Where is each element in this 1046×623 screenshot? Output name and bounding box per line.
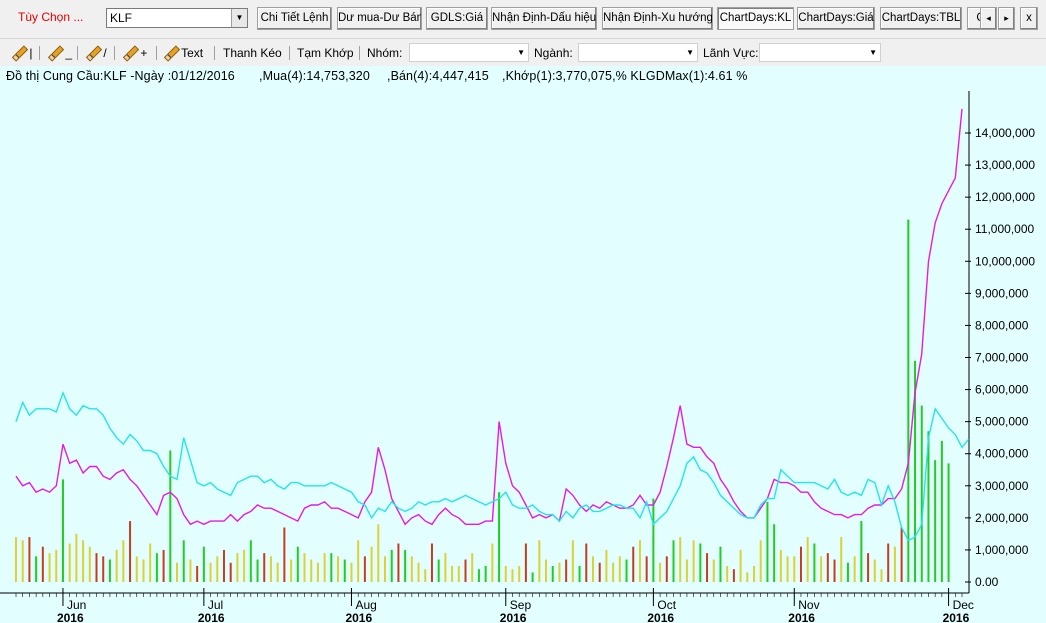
separator: [214, 46, 215, 60]
y-tick-label: 9,000,000: [975, 286, 1029, 300]
tab-chartdays-kl[interactable]: ChartDays:KL: [717, 7, 794, 30]
y-tick-label: 0.00: [975, 575, 999, 589]
pencil-cross-tool[interactable]: +: [123, 44, 147, 62]
symbol-value: KLF: [110, 11, 133, 25]
pause-match-tool[interactable]: Tạm Khớp: [297, 44, 354, 62]
tab-chartdays-tbl[interactable]: ChartDays:TBL: [880, 7, 962, 30]
month-label: Dec: [953, 598, 974, 612]
separator: [114, 46, 115, 60]
separator: [77, 46, 78, 60]
tool-label: _: [65, 46, 73, 60]
month-label: Aug: [355, 598, 376, 612]
y-tick-label: 10,000,000: [975, 254, 1035, 268]
y-tick-label: 4,000,000: [975, 447, 1029, 461]
pencil-icon: [48, 46, 62, 60]
symbol-combobox[interactable]: KLF ▼: [106, 8, 248, 28]
year-label: 2016: [345, 611, 372, 623]
y-tick-label: 14,000,000: [975, 126, 1035, 140]
chevron-down-icon: ▼: [686, 48, 694, 57]
drawing-toolbar: | _ / + Text Thanh Kéo Tạm Khớp Nhóm: ▼ …: [0, 38, 1046, 65]
group-select[interactable]: ▼: [409, 43, 529, 62]
y-tick-label: 7,000,000: [975, 351, 1029, 365]
year-label: 2016: [943, 611, 970, 623]
supply-demand-chart[interactable]: Đồ thị Cung Cầu:KLF -Ngày :01/12/2016 ,M…: [0, 66, 1046, 623]
y-tick-label: 13,000,000: [975, 158, 1035, 172]
group-label: Nhóm:: [367, 46, 403, 60]
pencil-icon: [164, 46, 178, 60]
pencil-horizontal-tool[interactable]: _: [48, 44, 72, 62]
sector-label: Lãnh Vực:: [703, 46, 759, 60]
options-menu-link[interactable]: Tùy Chọn ...: [18, 10, 83, 24]
month-label: Nov: [798, 598, 819, 612]
tab-nh-n-nh-d-u-hi-u[interactable]: Nhận Định-Dấu hiệu: [491, 7, 597, 30]
buy-line: [15, 108, 963, 526]
tab-nh-n-nh-xu-h-ng[interactable]: Nhận Định-Xu hướng: [602, 7, 713, 30]
year-label: 2016: [647, 611, 674, 623]
separator: [289, 46, 290, 60]
year-label: 2016: [500, 611, 527, 623]
scroll-tabs-right-button[interactable]: ▸: [998, 7, 1015, 30]
tool-label: /: [103, 46, 107, 60]
sector-select[interactable]: ▼: [759, 43, 881, 62]
separator: [156, 46, 157, 60]
industry-label: Ngành:: [534, 46, 573, 60]
pencil-icon: [12, 46, 26, 60]
y-tick-label: 8,000,000: [975, 318, 1029, 332]
year-label: 2016: [788, 611, 815, 623]
separator: [359, 46, 360, 60]
chevron-down-icon[interactable]: ▼: [231, 9, 247, 27]
y-tick-label: 11,000,000: [975, 222, 1034, 236]
month-label: Jul: [208, 598, 223, 612]
y-tick-label: 6,000,000: [975, 383, 1029, 397]
chevron-down-icon: ▼: [517, 48, 525, 57]
year-label: 2016: [198, 611, 225, 623]
y-tick-label: 3,000,000: [975, 479, 1029, 493]
drag-tool[interactable]: Thanh Kéo: [223, 44, 282, 62]
y-tick-label: 2,000,000: [975, 511, 1029, 525]
text-tool[interactable]: Text: [164, 44, 203, 62]
tab-chi-ti-t-l-nh[interactable]: Chi Tiết Lệnh: [257, 7, 332, 30]
y-tick-label: 5,000,000: [975, 415, 1029, 429]
pencil-icon: [123, 46, 137, 60]
tool-label: |: [29, 46, 33, 60]
tab-gdls-gi[interactable]: GDLS:Giá: [426, 7, 488, 30]
y-tick-label: 1,000,000: [975, 543, 1029, 557]
pencil-icon: [86, 46, 100, 60]
tool-label: +: [140, 46, 148, 60]
year-label: 2016: [57, 611, 84, 623]
chevron-down-icon: ▼: [869, 48, 877, 57]
month-label: Oct: [657, 598, 676, 612]
pencil-diagonal-tool[interactable]: /: [86, 44, 107, 62]
y-tick-label: 12,000,000: [975, 190, 1035, 204]
tool-label: Text: [181, 46, 204, 60]
month-label: Jun: [67, 598, 86, 612]
chart-canvas: 0.00 1,000,000 2,000,000 3,000,000 4,000,000…: [0, 91, 1035, 623]
separator: [39, 46, 40, 60]
month-label: Sep: [510, 598, 532, 612]
scroll-tabs-left-button[interactable]: ◂: [980, 7, 997, 30]
pencil-vertical-tool[interactable]: |: [12, 44, 32, 62]
industry-select[interactable]: ▼: [578, 43, 698, 62]
tab-d-mua-d-b-n[interactable]: Dư mua-Dư Bán: [337, 7, 422, 30]
tab-chartdays-gi[interactable]: ChartDays:Giá: [797, 7, 875, 30]
close-button[interactable]: x: [1020, 7, 1038, 30]
top-toolbar: Tùy Chọn ... KLF ▼ Chi Tiết Lệnh Dư mua-D…: [0, 0, 1046, 36]
